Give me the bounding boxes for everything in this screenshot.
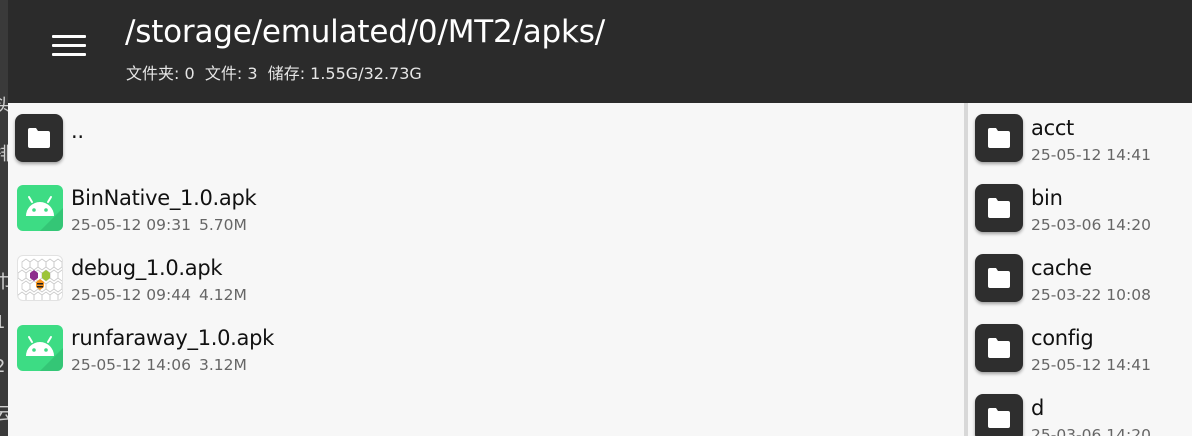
file-size: 5.70M [198,216,247,234]
folder-row[interactable]: bin 25-03-06 14:20 [968,173,1192,243]
folder-row[interactable]: d 25-03-06 14:20 [968,383,1192,436]
file-size: 3.12M [198,356,247,374]
android-icon [17,185,63,231]
file-row[interactable]: runfaraway_1.0.apk 25-05-12 14:06 3.12M [8,313,964,383]
path-stats: 文件夹: 0 文件: 3 储存: 1.55G/32.73G [126,60,422,84]
android-icon [17,325,63,371]
right-file-pane: acct 25-05-12 14:41 bin 25-03-06 14:20 c… [968,103,1192,436]
folder-date: 25-03-06 14:20 [1031,216,1151,234]
folder-icon [975,394,1023,436]
folder-icon [975,114,1023,162]
file-row[interactable]: BinNative_1.0.apk 25-05-12 09:31 5.70M [8,173,964,243]
folder-row[interactable]: acct 25-05-12 14:41 [968,103,1192,173]
folder-date: 25-05-12 14:41 [1031,146,1151,164]
parent-directory-row[interactable]: .. [8,103,964,173]
file-meta: 25-05-12 09:31 5.70M [71,216,247,234]
folder-icon [975,254,1023,302]
folder-name: bin [1031,186,1063,210]
file-name: runfaraway_1.0.apk [71,326,275,350]
current-path-title: /storage/emulated/0/MT2/apks/ [125,14,605,50]
background-window-edge: 头 排 巾 1 2 云 [0,0,8,436]
folder-icon [15,114,63,162]
folder-date: 25-05-12 14:41 [1031,356,1151,374]
left-file-pane: .. BinNative_1.0.apk 25-05-12 09:31 5.70M [8,103,964,436]
file-name: BinNative_1.0.apk [71,186,257,210]
file-row[interactable]: debug_1.0.apk 25-05-12 09:44 4.12M [8,243,964,313]
storage-usage: 储存: 1.55G/32.73G [267,64,422,83]
file-size: 4.12M [198,286,247,304]
app-bar: /storage/emulated/0/MT2/apks/ 文件夹: 0 文件:… [8,0,1192,103]
folder-icon [975,324,1023,372]
folder-name: config [1031,326,1094,350]
parent-directory-label: .. [71,119,84,143]
folder-date: 25-03-06 14:20 [1031,426,1151,436]
file-date: 25-05-12 14:06 [71,356,191,374]
folder-icon [975,184,1023,232]
folder-row[interactable]: config 25-05-12 14:41 [968,313,1192,383]
honeycomb-app-icon [17,255,63,301]
folder-name: cache [1031,256,1092,280]
file-meta: 25-05-12 14:06 3.12M [71,356,247,374]
file-date: 25-05-12 09:44 [71,286,191,304]
file-date: 25-05-12 09:31 [71,216,191,234]
folder-name: d [1031,396,1045,420]
folder-date: 25-03-22 10:08 [1031,286,1151,304]
hamburger-menu-icon[interactable] [44,26,94,66]
file-meta: 25-05-12 09:44 4.12M [71,286,247,304]
folder-row[interactable]: cache 25-03-22 10:08 [968,243,1192,313]
file-count: 文件: 3 [204,64,258,83]
folder-count: 文件夹: 0 [126,64,195,83]
folder-name: acct [1031,116,1074,140]
file-name: debug_1.0.apk [71,256,223,280]
